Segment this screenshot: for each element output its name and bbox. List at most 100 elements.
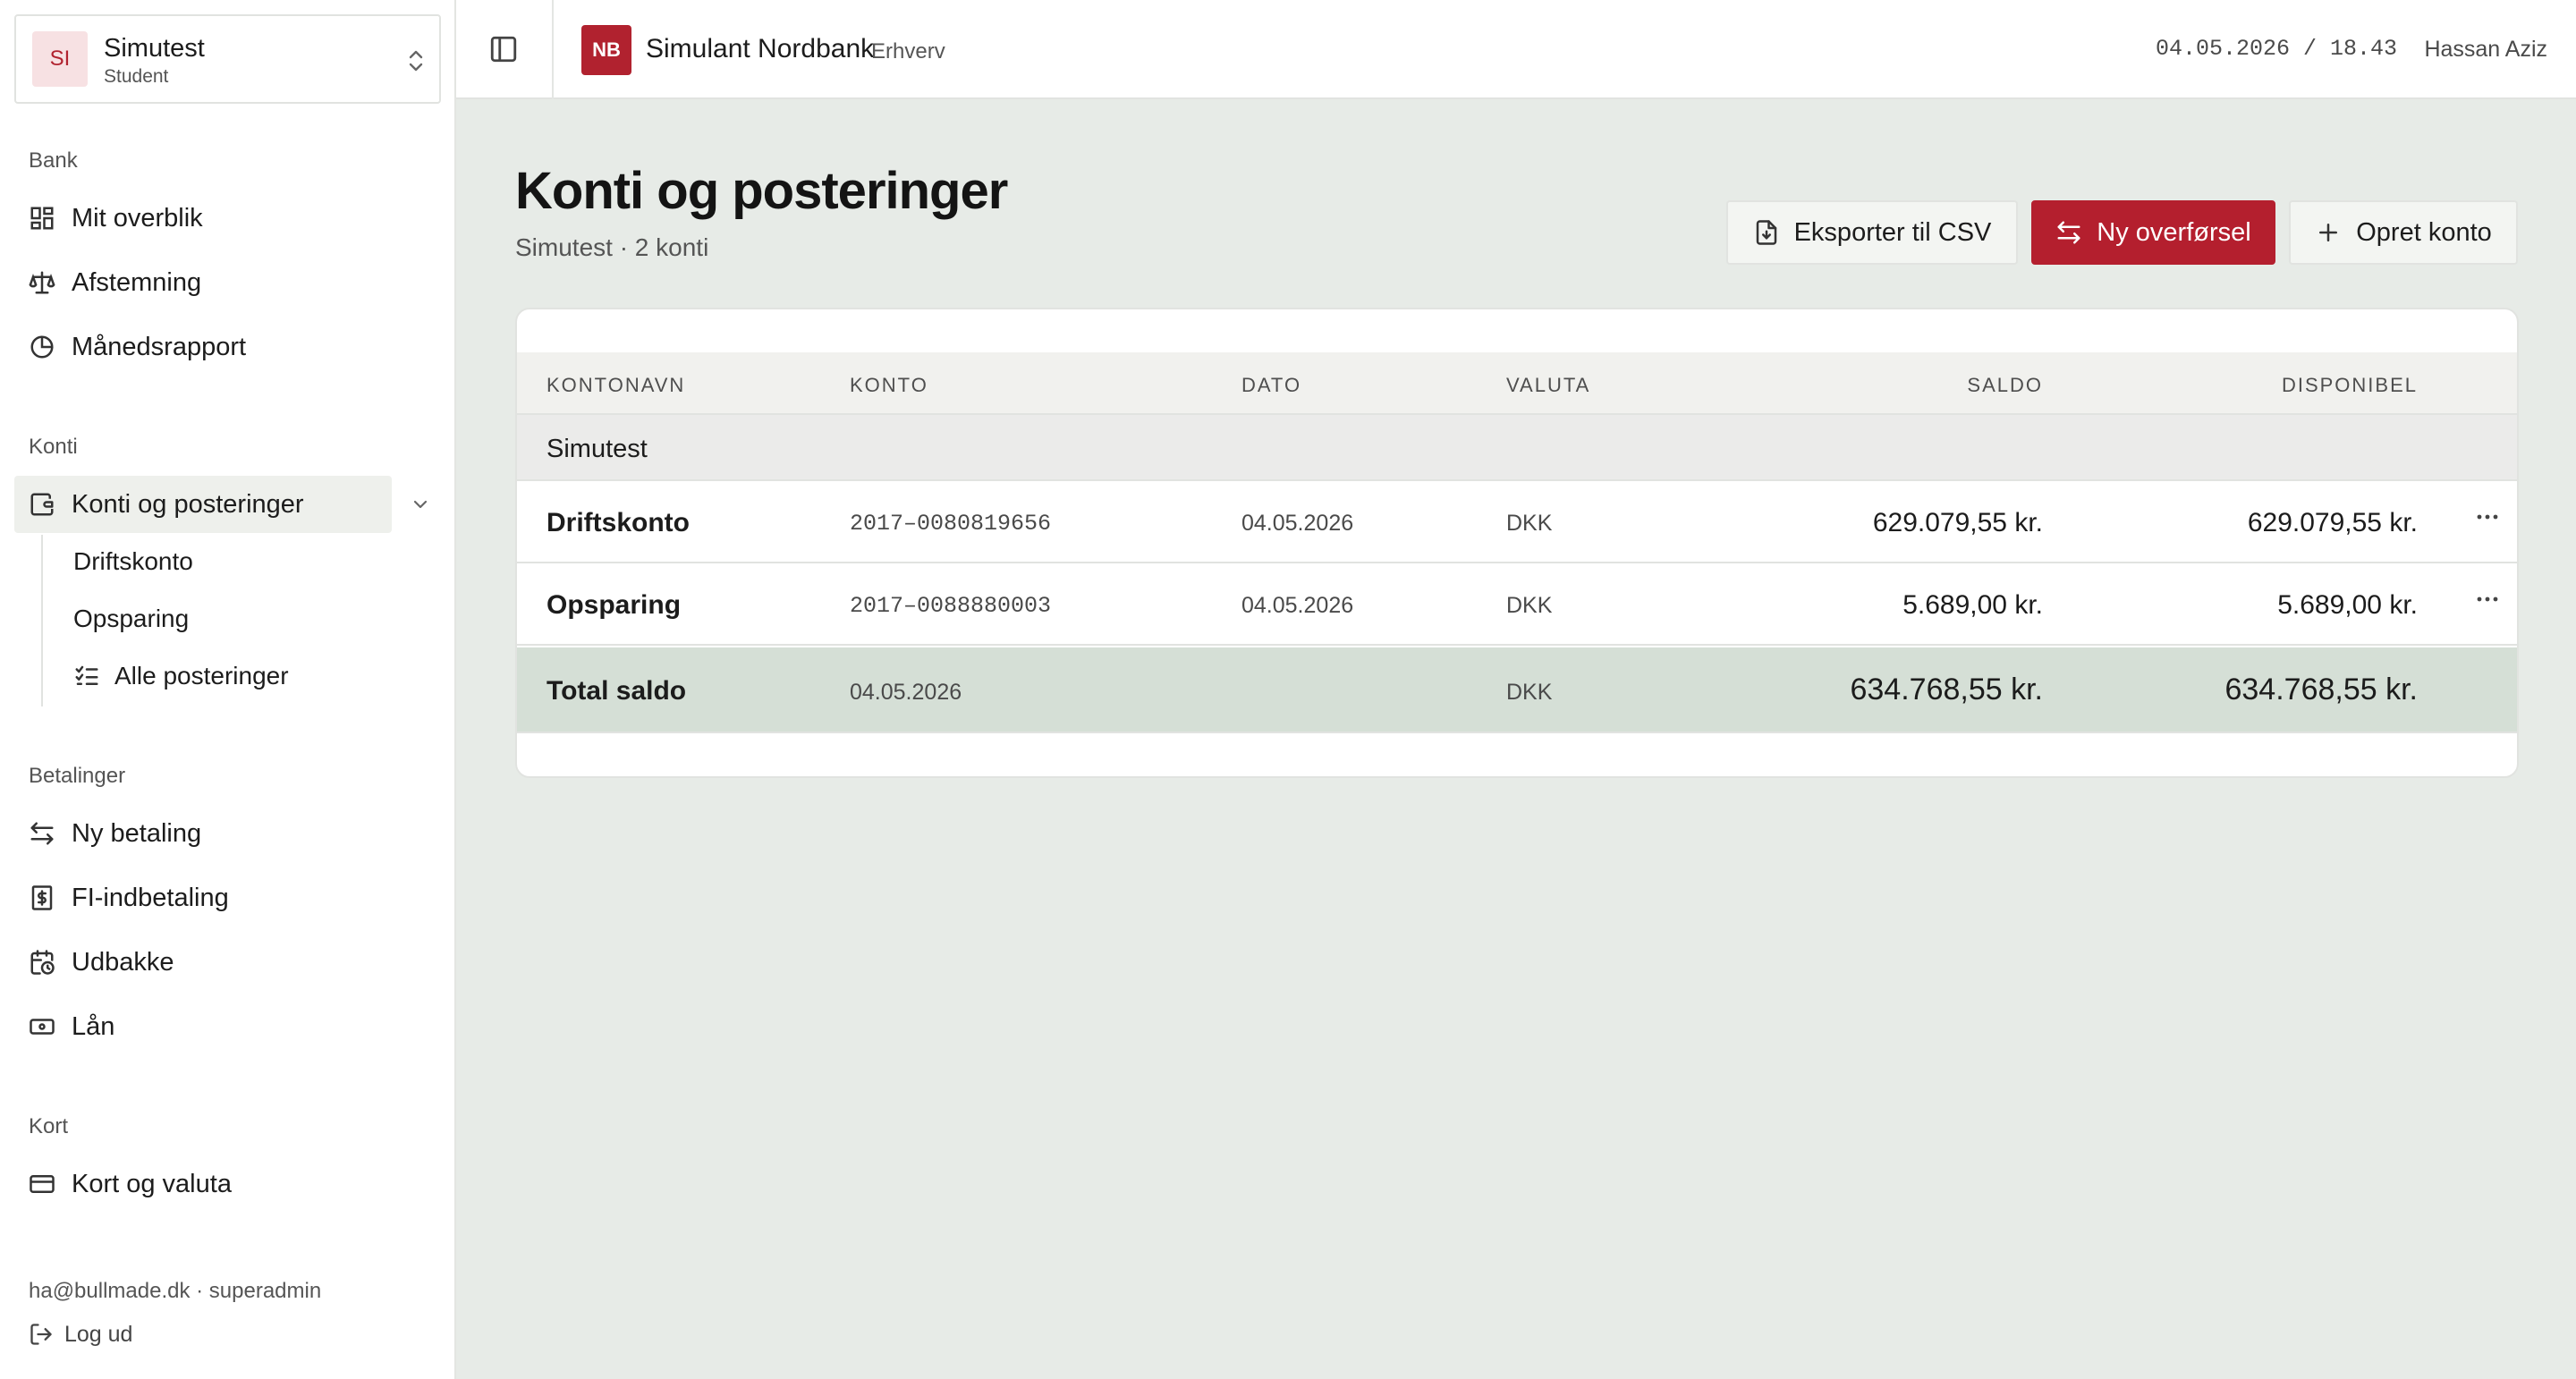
logout-icon	[30, 1324, 52, 1345]
arrows-swap-icon	[30, 822, 54, 845]
sidebar-item-label: Ny betaling	[72, 818, 202, 848]
sidebar-item-label: FI-indbetaling	[72, 883, 229, 912]
arrows-swap-icon	[2057, 221, 2080, 244]
banknote-icon	[30, 1019, 55, 1035]
sidebar-subitem-driftskonto[interactable]: Driftskonto	[73, 544, 193, 580]
more-horizontal-icon[interactable]	[2474, 590, 2501, 608]
column-header-dato[interactable]: DATO	[1241, 374, 1301, 397]
account-disponibel: 5.689,00 kr.	[2277, 590, 2418, 620]
chevrons-up-down-icon	[409, 50, 423, 72]
org-switcher[interactable]: SI Simutest Student	[14, 14, 441, 104]
user-email: ha@bullmade.dk · superadmin	[29, 1279, 322, 1303]
account-currency: DKK	[1506, 511, 1553, 536]
column-header-disponibel[interactable]: DISPONIBEL	[2282, 374, 2418, 397]
logout-link[interactable]: Log ud	[29, 1318, 132, 1350]
calendar-clock-icon	[30, 950, 55, 975]
sidebar-item-fi-indbetaling[interactable]: FI-indbetaling	[14, 869, 392, 926]
table-group-row: Simutest	[517, 415, 2517, 481]
logout-label: Log ud	[64, 1321, 133, 1347]
app-root: SI Simutest Student Bank Mit overblik Af…	[0, 0, 2576, 1379]
sidebar-toggle-icon[interactable]	[488, 34, 519, 64]
sidebar-item-laan[interactable]: Lån	[14, 998, 392, 1055]
bank-segment: Erhverv	[871, 39, 945, 63]
sidebar-subitem-opsparing[interactable]: Opsparing	[73, 601, 189, 637]
table-total-row: Total saldo 04.05.2026 DKK 634.768,55 kr…	[517, 647, 2517, 733]
table-row[interactable]: Driftskonto 2017–0080819656 04.05.2026 D…	[517, 481, 2517, 563]
section-label-kort: Kort	[29, 1114, 69, 1138]
total-saldo: 634.768,55 kr.	[1850, 673, 2043, 706]
sidebar-subitem-label: Driftskonto	[73, 547, 193, 575]
file-download-icon	[1756, 220, 1776, 245]
chevron-down-icon[interactable]	[410, 494, 431, 515]
sidebar-item-label: Udbakke	[72, 947, 174, 977]
org-name: Simutest	[104, 34, 205, 63]
topbar-divider	[552, 0, 554, 99]
more-horizontal-icon[interactable]	[2474, 508, 2501, 526]
pie-chart-icon	[30, 335, 54, 359]
column-header-valuta[interactable]: VALUTA	[1506, 374, 1590, 397]
sidebar-item-label: Konti og posteringer	[72, 489, 304, 519]
page-title: Konti og posteringer	[515, 162, 1008, 220]
page-subtitle: Simutest · 2 konti	[515, 233, 709, 261]
accounts-table: KONTONAVN KONTO DATO VALUTA SALDO DISPON…	[515, 308, 2519, 778]
account-disponibel: 629.079,55 kr.	[2247, 508, 2418, 537]
topbar: NB Simulant Nordbank Erhverv 04.05.2026 …	[456, 0, 2576, 99]
group-label: Simutest	[547, 435, 648, 463]
account-number: 2017–0088880003	[850, 593, 1052, 619]
account-name[interactable]: Opsparing	[547, 590, 681, 621]
account-date: 04.05.2026	[1241, 511, 1354, 536]
receipt-dollar-icon	[31, 885, 53, 910]
org-role: Student	[104, 66, 169, 87]
table-row[interactable]: Opsparing 2017–0088880003 04.05.2026 DKK…	[517, 563, 2517, 646]
total-currency: DKK	[1506, 680, 1553, 705]
sidebar-item-label: Mit overblik	[72, 203, 203, 233]
scale-icon	[29, 271, 55, 294]
plus-icon	[2319, 224, 2338, 241]
table-header: KONTONAVN KONTO DATO VALUTA SALDO DISPON…	[517, 352, 2517, 415]
sidebar-item-afstemning[interactable]: Afstemning	[14, 254, 392, 311]
account-saldo: 5.689,00 kr.	[1902, 590, 2043, 620]
column-header-kontonavn[interactable]: KONTONAVN	[547, 374, 685, 397]
sidebar-item-label: Afstemning	[72, 267, 202, 297]
export-csv-label: Eksporter til CSV	[1793, 217, 1992, 247]
create-account-label: Opret konto	[2356, 217, 2492, 247]
sidebar-item-udbakke[interactable]: Udbakke	[14, 934, 392, 991]
sidebar-subitem-label: Opsparing	[73, 605, 190, 632]
wallet-icon	[30, 493, 54, 516]
sidebar-item-label: Kort og valuta	[72, 1169, 232, 1198]
total-label: Total saldo	[547, 676, 687, 706]
org-avatar: SI	[32, 31, 88, 87]
account-number: 2017–0080819656	[850, 511, 1052, 537]
grid-icon	[30, 207, 54, 230]
create-account-button[interactable]: Opret konto	[2289, 200, 2518, 265]
bank-logo: NB	[581, 25, 631, 75]
sidebar: SI Simutest Student Bank Mit overblik Af…	[0, 0, 456, 1379]
list-checks-icon	[75, 665, 98, 685]
credit-card-icon	[30, 1175, 55, 1193]
sidebar-item-label: Lån	[72, 1011, 115, 1041]
account-currency: DKK	[1506, 593, 1553, 618]
sidebar-item-kort-og-valuta[interactable]: Kort og valuta	[14, 1155, 392, 1213]
sidebar-subitem-alle-posteringer[interactable]: Alle posteringer	[73, 658, 289, 694]
total-disponibel: 634.768,55 kr.	[2224, 673, 2418, 706]
new-transfer-button[interactable]: Ny overførsel	[2031, 200, 2275, 265]
sidebar-item-mit-overblik[interactable]: Mit overblik	[14, 190, 392, 247]
export-csv-button[interactable]: Eksporter til CSV	[1726, 200, 2018, 265]
sidebar-subitem-label: Alle posteringer	[114, 662, 289, 690]
account-saldo: 629.079,55 kr.	[1872, 508, 2043, 537]
subnav-divider	[41, 535, 43, 706]
sidebar-item-ny-betaling[interactable]: Ny betaling	[14, 805, 392, 862]
total-date: 04.05.2026	[850, 680, 962, 705]
section-label-konti: Konti	[29, 435, 78, 459]
section-label-betalinger: Betalinger	[29, 764, 126, 788]
current-datetime: 04.05.2026 / 18.43	[2155, 36, 2397, 62]
account-date: 04.05.2026	[1241, 593, 1354, 618]
sidebar-item-maanedsrapport[interactable]: Månedsrapport	[14, 318, 392, 376]
column-header-konto[interactable]: KONTO	[850, 374, 928, 397]
sidebar-item-label: Månedsrapport	[72, 332, 247, 361]
account-name[interactable]: Driftskonto	[547, 508, 690, 538]
user-name[interactable]: Hassan Aziz	[2424, 37, 2547, 63]
column-header-saldo[interactable]: SALDO	[1967, 374, 2043, 397]
section-label-bank: Bank	[29, 148, 78, 173]
sidebar-item-konti-og-posteringer[interactable]: Konti og posteringer	[14, 476, 392, 533]
